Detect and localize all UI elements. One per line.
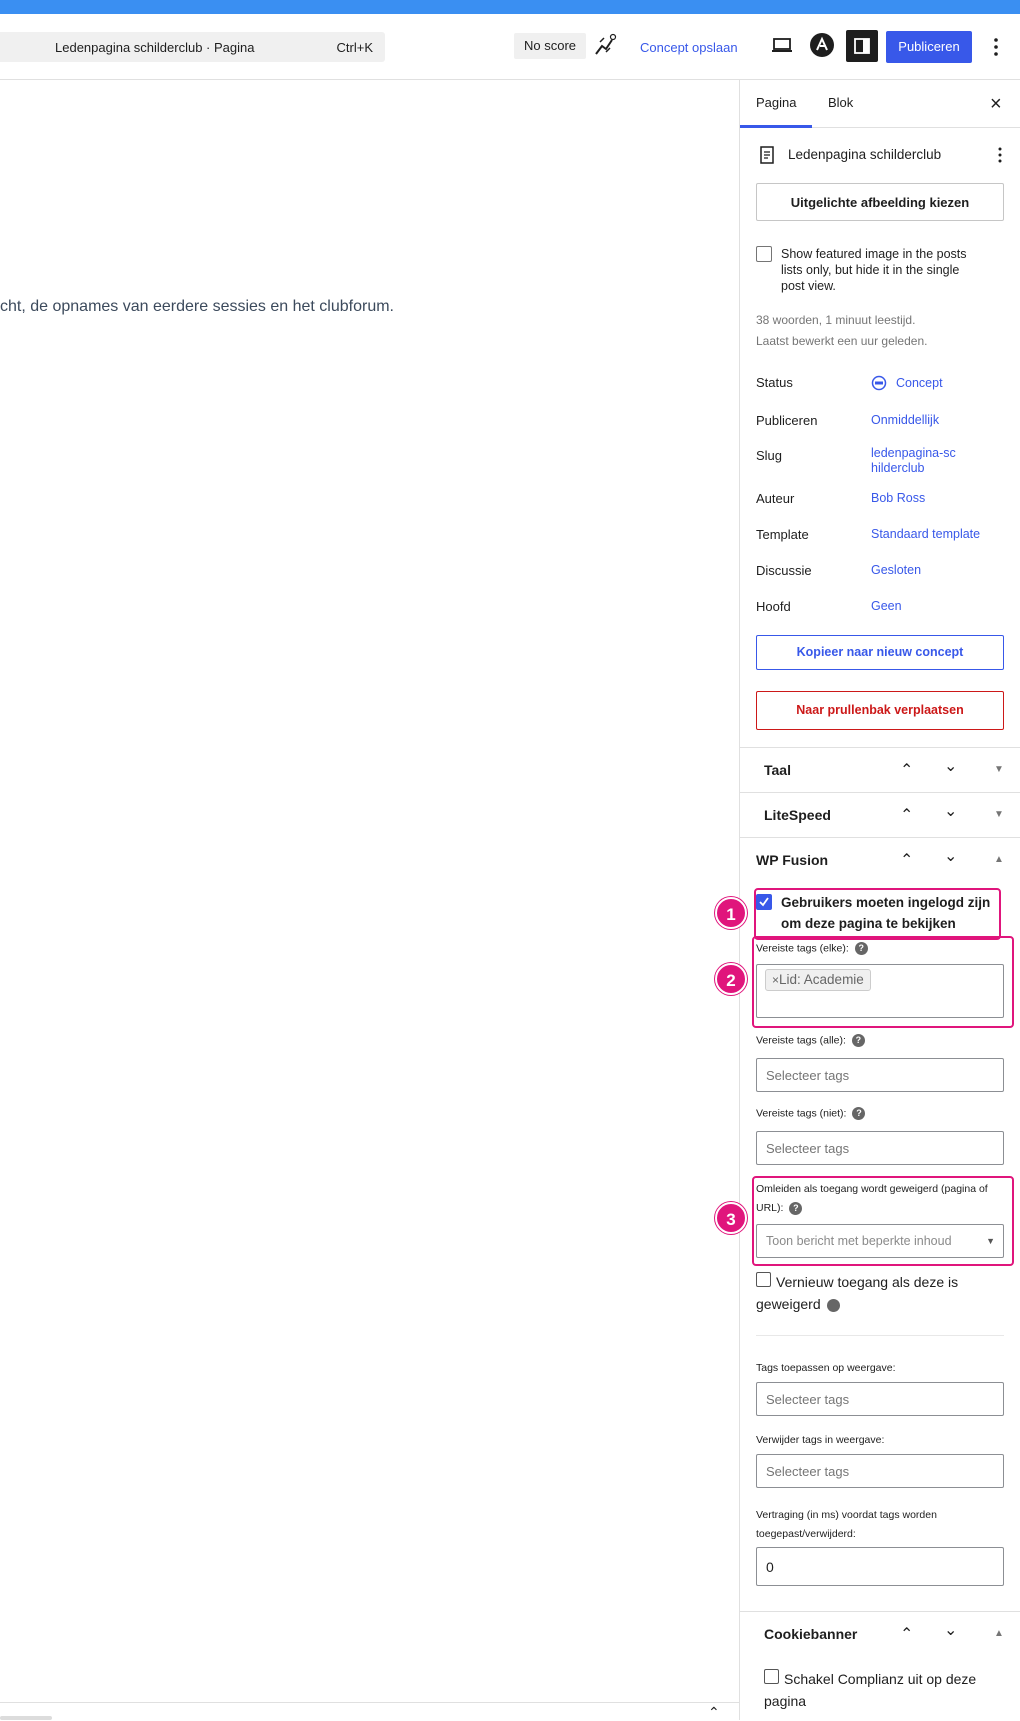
delay-label: Vertraging (in ms) voordat tags worden t…	[756, 1509, 937, 1540]
move-up-icon[interactable]: ⌃	[900, 850, 913, 870]
astra-logo-icon[interactable]	[810, 33, 834, 57]
sidebar-icon	[854, 38, 870, 54]
move-down-icon[interactable]: ⌄	[944, 801, 957, 821]
performance-icon[interactable]	[592, 32, 618, 58]
remove-tags-select[interactable]: Selecteer tags	[756, 1454, 1004, 1488]
page-title: Ledenpagina schilderclub	[788, 147, 942, 162]
chevron-up-icon[interactable]: ⌃	[708, 1704, 720, 1721]
panel-wpfusion-title: WP Fusion	[756, 852, 829, 868]
last-edited: Laatst bewerkt een uur geleden.	[756, 334, 928, 348]
paragraph-block[interactable]: cht, de opnames van eerdere sessies en h…	[0, 298, 394, 316]
caret-down-icon[interactable]: ▼	[994, 809, 1004, 820]
discussion-value[interactable]: Gesloten	[871, 563, 921, 577]
panel-litespeed-title: LiteSpeed	[764, 807, 831, 823]
tags-all-select[interactable]: Selecteer tags	[756, 1058, 1004, 1092]
page-document-icon	[760, 146, 774, 164]
tags-not-select[interactable]: Selecteer tags	[756, 1131, 1004, 1165]
highlight-box-1	[754, 888, 1001, 940]
word-count: 38 woorden, 1 minuut leestijd.	[756, 313, 916, 327]
panel-litespeed[interactable]: LiteSpeed ⌃ ⌄ ▼	[740, 792, 1020, 837]
more-options-icon[interactable]	[988, 36, 1004, 58]
author-label: Auteur	[756, 491, 795, 506]
move-up-icon[interactable]: ⌃	[900, 805, 913, 825]
save-draft-button[interactable]: Concept opslaan	[640, 40, 738, 55]
slug-value[interactable]: ledenpagina-schilderclub	[871, 446, 961, 476]
move-to-trash-button[interactable]: Naar prullenbak verplaatsen	[756, 691, 1004, 730]
move-down-icon[interactable]: ⌄	[944, 846, 957, 866]
editor-canvas[interactable]: cht, de opnames van eerdere sessies en h…	[0, 80, 739, 1720]
tab-blok[interactable]: Blok	[828, 95, 853, 110]
tags-not-label-text: Vereiste tags (niet):	[756, 1107, 847, 1120]
editor-header: Ledenpagina schilderclub · Pagina Ctrl+K…	[0, 14, 1020, 80]
caret-down-icon[interactable]: ▼	[994, 764, 1004, 775]
remove-tags-label: Verwijder tags in weergave:	[756, 1434, 885, 1446]
status-label: Status	[756, 375, 793, 390]
highlight-box-2	[752, 936, 1014, 1028]
highlight-box-3	[752, 1176, 1014, 1266]
apply-tags-label: Tags toepassen op weergave:	[756, 1362, 896, 1374]
page-actions-icon[interactable]	[996, 146, 1004, 164]
sidebar-tabs: Pagina Blok ×	[740, 80, 1020, 128]
divider	[756, 1335, 1004, 1336]
command-bar-shortcut: Ctrl+K	[336, 40, 373, 55]
caret-up-icon[interactable]: ▲	[994, 854, 1004, 865]
annotation-badge-3: 3	[715, 1202, 747, 1234]
help-icon[interactable]: ?	[852, 1107, 866, 1120]
panel-taal-title: Taal	[764, 762, 791, 778]
move-up-icon[interactable]: ⌃	[900, 1624, 913, 1644]
help-icon[interactable]: ?	[851, 1034, 865, 1047]
template-label: Template	[756, 527, 809, 542]
seo-score-badge[interactable]: No score	[514, 33, 586, 59]
command-bar-title: Ledenpagina schilderclub · Pagina	[55, 40, 255, 55]
publish-button[interactable]: Publiceren	[886, 31, 972, 63]
editor-footer-divider	[0, 1702, 739, 1703]
complianz-disable-label: Schakel Complianz uit op deze pagina	[764, 1671, 977, 1709]
apply-tags-select[interactable]: Selecteer tags	[756, 1382, 1004, 1416]
horizontal-scrollbar[interactable]	[0, 1716, 52, 1720]
renew-access-label-text: Vernieuw toegang als deze is geweigerd	[756, 1274, 959, 1312]
renew-access-label: Vernieuw toegang als deze is geweigerd?	[756, 1271, 996, 1315]
discussion-label: Discussie	[756, 563, 812, 578]
featured-image-button[interactable]: Uitgelichte afbeelding kiezen	[756, 183, 1004, 221]
annotation-badge-1: 1	[715, 897, 747, 929]
copy-to-draft-button[interactable]: Kopieer naar nieuw concept	[756, 635, 1004, 670]
annotation-badge-2: 2	[715, 963, 747, 995]
help-icon[interactable]: ?	[826, 1298, 852, 1312]
featured-image-checkbox[interactable]	[756, 246, 772, 262]
close-sidebar-icon[interactable]: ×	[990, 93, 1002, 116]
move-down-icon[interactable]: ⌄	[944, 1620, 957, 1640]
delay-input[interactable]: 0	[756, 1547, 1004, 1586]
tags-all-label-text: Vereiste tags (alle):	[756, 1034, 846, 1047]
featured-image-checkbox-label: Show featured image in the posts lists o…	[781, 247, 967, 293]
slug-label: Slug	[756, 448, 783, 463]
active-tab-indicator	[740, 125, 812, 128]
top-accent-bar	[0, 0, 1020, 14]
tab-pagina[interactable]: Pagina	[756, 95, 796, 110]
status-value[interactable]: Concept	[896, 376, 943, 390]
publish-label: Publiceren	[756, 413, 818, 428]
panel-wpfusion[interactable]: WP Fusion ⌃ ⌄ ▲	[740, 837, 1020, 882]
panel-taal[interactable]: Taal ⌃ ⌄ ▼	[740, 747, 1020, 792]
panel-cookiebanner[interactable]: Cookiebanner ⌃ ⌄ ▲	[740, 1611, 1020, 1656]
command-palette-bar[interactable]: Ledenpagina schilderclub · Pagina Ctrl+K	[0, 32, 385, 62]
template-value[interactable]: Standaard template	[871, 527, 980, 541]
tags-not-label: Vereiste tags (niet):?	[756, 1107, 866, 1120]
move-down-icon[interactable]: ⌄	[944, 756, 957, 776]
publish-value[interactable]: Onmiddellijk	[871, 413, 939, 427]
panel-cookiebanner-title: Cookiebanner	[764, 1626, 858, 1642]
draft-status-icon	[871, 375, 887, 391]
tags-all-label: Vereiste tags (alle):?	[756, 1034, 865, 1047]
preview-desktop-icon[interactable]	[771, 35, 793, 55]
author-value[interactable]: Bob Ross	[871, 491, 925, 505]
parent-value[interactable]: Geen	[871, 599, 902, 613]
move-up-icon[interactable]: ⌃	[900, 760, 913, 780]
settings-sidebar-toggle-button[interactable]	[846, 30, 878, 62]
parent-label: Hoofd	[756, 599, 791, 614]
caret-up-icon[interactable]: ▲	[994, 1628, 1004, 1639]
